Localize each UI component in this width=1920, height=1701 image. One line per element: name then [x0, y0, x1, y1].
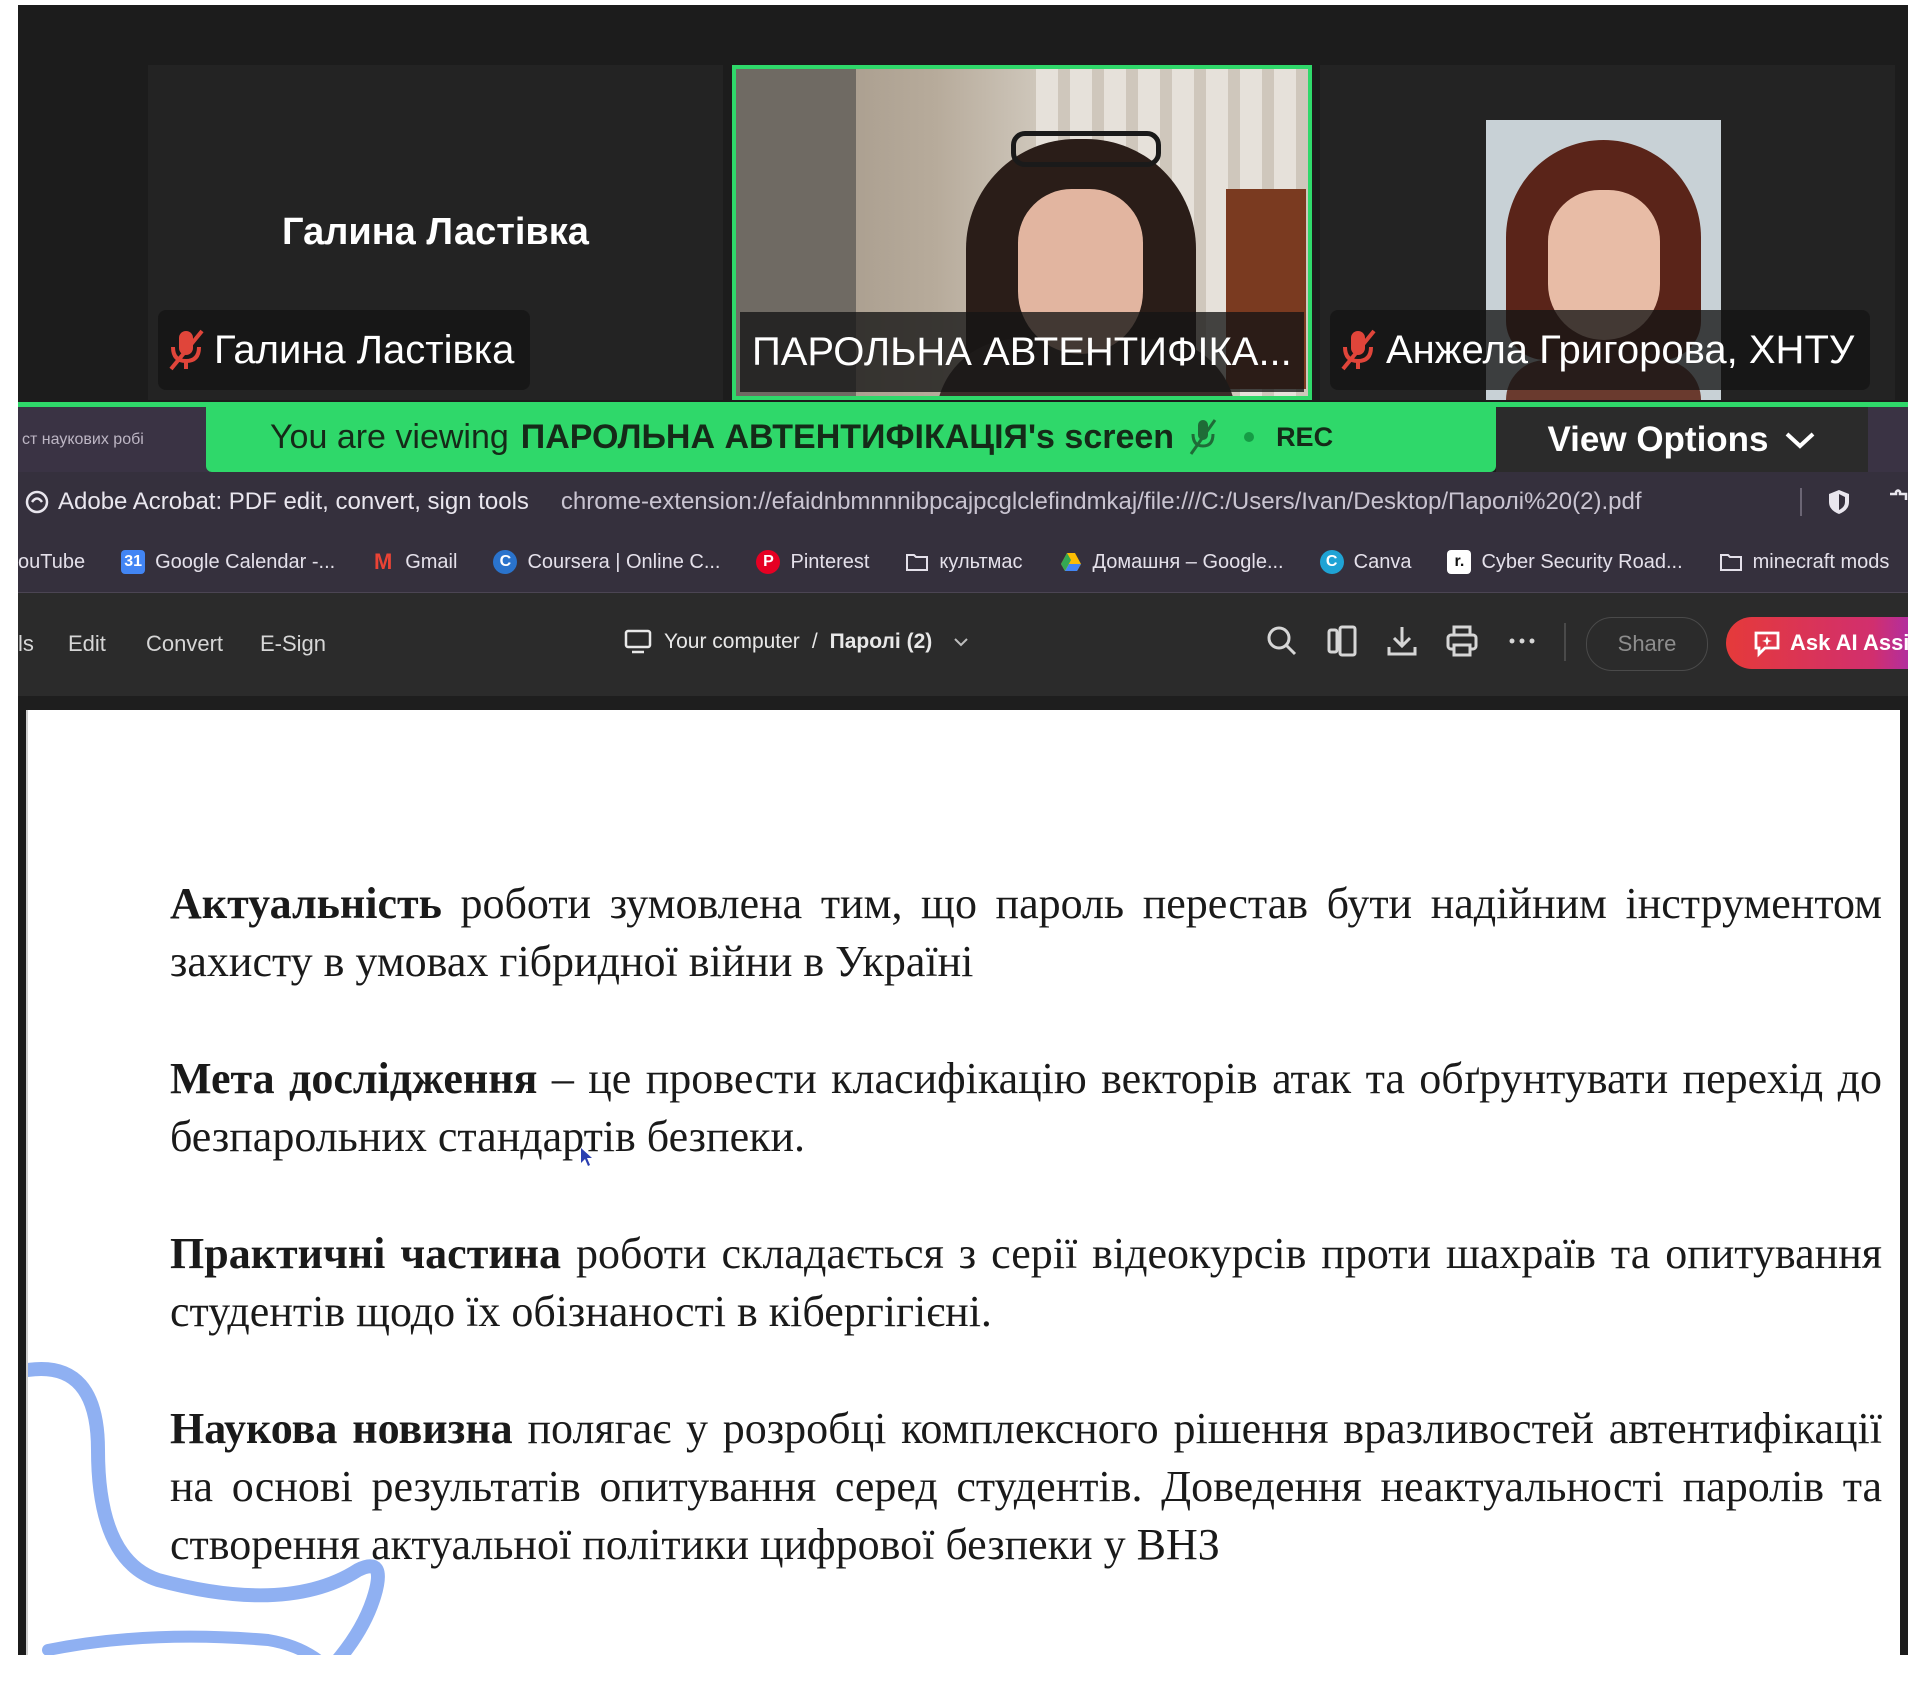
folder-icon: [906, 554, 929, 571]
computer-icon: [624, 629, 652, 654]
bookmark-cyber-security-roadmap[interactable]: r. Cyber Security Road...: [1447, 550, 1683, 574]
menu-esign[interactable]: E-Sign: [260, 631, 326, 657]
recording-indicator: REC: [1276, 421, 1334, 452]
participant-tile-1[interactable]: Галина Ластівка Галина Ластівка: [148, 65, 723, 400]
speaker-glasses: [1011, 131, 1161, 167]
bookmark-label: Cyber Security Road...: [1481, 550, 1683, 573]
print-icon[interactable]: [1444, 623, 1480, 659]
paragraph-scientific-novelty: Наукова новизна полягає у розробці компл…: [170, 1400, 1882, 1574]
menu-convert[interactable]: Convert: [146, 631, 223, 657]
url-text[interactable]: chrome-extension://efaidnbmnnnibpcajpcgl…: [561, 488, 1642, 516]
search-icon[interactable]: [1264, 623, 1300, 659]
shield-icon[interactable]: [1826, 488, 1852, 516]
mic-muted-icon: [1189, 419, 1217, 455]
coursera-icon: C: [493, 550, 518, 574]
bookmark-folder-kultmas[interactable]: культмас: [905, 550, 1023, 574]
page-thumbnails-icon[interactable]: [1324, 623, 1360, 659]
folder-icon: [1719, 554, 1742, 571]
breadcrumb-separator: /: [811, 630, 818, 653]
bookmark-label: Google Calendar -...: [155, 550, 336, 573]
bookmark-gmail[interactable]: M Gmail: [371, 549, 458, 574]
bookmarks-bar: ouTube 31 Google Calendar -... M Gmail C…: [18, 532, 1908, 593]
participant-label: Галина Ластівка: [158, 310, 531, 390]
bookmark-label: Coursera | Online C...: [527, 550, 721, 573]
ai-assistant-icon: [1754, 631, 1780, 658]
bookmark-label: Gmail: [405, 550, 458, 573]
ask-ai-label: Ask AI Assi: [1790, 630, 1908, 655]
view-options-button[interactable]: View Options: [1496, 407, 1868, 472]
puzzle-icon[interactable]: [1884, 488, 1908, 516]
bookmark-label: ouTube: [18, 550, 86, 573]
canva-icon: C: [1319, 550, 1344, 574]
menu-tools[interactable]: ls: [18, 631, 34, 657]
mic-muted-icon: [169, 329, 204, 371]
bookmark-folder-minecraft[interactable]: minecraft mods: [1719, 550, 1890, 574]
paragraph-goal: Мета дослідження – це провести класифіка…: [170, 1050, 1882, 1166]
acrobat-toolbar: ls Edit Convert E-Sign Your computer / П…: [18, 593, 1908, 696]
participant-tile-2[interactable]: ПАРОЛЬНА АВТЕНТИФІКА...: [732, 65, 1312, 400]
browser-tab-fragment[interactable]: ст наукових робі: [18, 407, 210, 472]
view-options-label: View Options: [1547, 419, 1769, 459]
paragraph-relevance: Актуальність роботи зумовлена тим, що па…: [170, 875, 1882, 991]
bookmark-google-drive[interactable]: Домашня – Google...: [1059, 550, 1284, 574]
chevron-down-icon: [1785, 432, 1814, 449]
participant-label: Анжела Григорова, ХНТУ: [1330, 310, 1871, 390]
pinterest-icon: P: [756, 550, 781, 574]
bookmark-google-calendar[interactable]: 31 Google Calendar -...: [121, 550, 335, 574]
breadcrumb-file: Паролі (2): [829, 630, 933, 653]
bookmark-label: Pinterest: [790, 550, 870, 573]
ask-ai-assistant-button[interactable]: Ask AI Assi: [1726, 617, 1908, 669]
roadmap-icon: r.: [1447, 550, 1472, 574]
site-label: Adobe Acrobat: PDF edit, convert, sign t…: [58, 488, 529, 515]
viewing-screen-name: ПАРОЛЬНА АВТЕНТИФІКАЦІЯ's screen: [520, 417, 1175, 456]
viewing-banner: You are viewing ПАРОЛЬНА АВТЕНТИФІКАЦІЯ'…: [206, 402, 1496, 472]
breadcrumb[interactable]: Your computer / Паролі (2): [624, 629, 970, 655]
rec-dot-icon: [1244, 432, 1255, 442]
paragraph-practical-part: Практичні частина роботи складається з с…: [170, 1225, 1882, 1341]
window-edge: [1868, 407, 1908, 472]
address-bar[interactable]: Adobe Acrobat: PDF edit, convert, sign t…: [18, 472, 1908, 532]
drive-icon: [1060, 553, 1081, 571]
bookmark-pinterest[interactable]: P Pinterest: [756, 550, 869, 574]
menu-edit[interactable]: Edit: [68, 631, 106, 657]
zoom-meeting-window: Галина Ластівка Галина Ластівка ПАРОЛЬНА…: [18, 5, 1908, 1655]
bookmark-label: Домашня – Google...: [1092, 550, 1284, 573]
share-button[interactable]: Share: [1586, 617, 1708, 671]
pdf-page[interactable]: Актуальність роботи зумовлена тим, що па…: [26, 710, 1900, 1655]
mic-muted-icon: [1341, 329, 1376, 371]
download-icon[interactable]: [1384, 623, 1420, 659]
paragraph-heading: Мета дослідження: [170, 1054, 538, 1103]
bookmark-label: Canva: [1353, 550, 1412, 573]
participant-label: ПАРОЛЬНА АВТЕНТИФІКА...: [740, 312, 1304, 392]
participant-tile-3[interactable]: Анжела Григорова, ХНТУ: [1320, 65, 1895, 400]
toolbar-divider: [1564, 623, 1566, 661]
bookmark-label: minecraft mods: [1752, 550, 1890, 573]
more-options-icon[interactable]: [1504, 623, 1540, 659]
calendar-icon: 31: [121, 550, 146, 574]
paragraph-heading: Практичні частина: [170, 1229, 562, 1278]
gmail-icon: M: [374, 549, 393, 574]
breadcrumb-location: Your computer: [664, 630, 800, 653]
chevron-down-icon: [954, 638, 968, 647]
mouse-cursor-icon: [581, 1148, 592, 1166]
participant-name-center: Галина Ластівка: [282, 211, 589, 253]
bookmark-label: культмас: [939, 550, 1023, 573]
viewing-prefix: You are viewing: [270, 417, 509, 456]
address-divider: [1800, 488, 1802, 516]
bookmark-canva[interactable]: C Canva: [1319, 550, 1412, 574]
participant-label-text: ПАРОЛЬНА АВТЕНТИФІКА...: [752, 329, 1292, 374]
participant-label-text: Галина Ластівка: [214, 327, 515, 372]
participant-label-text: Анжела Григорова, ХНТУ: [1386, 327, 1855, 372]
bookmark-youtube[interactable]: ouTube: [18, 551, 85, 574]
bookmark-coursera[interactable]: C Coursera | Online C...: [493, 550, 720, 574]
viewer-gutter: [18, 696, 1908, 710]
paragraph-heading: Наукова новизна: [170, 1404, 513, 1453]
paragraph-heading: Актуальність: [170, 879, 442, 928]
extension-icon: [25, 490, 49, 514]
